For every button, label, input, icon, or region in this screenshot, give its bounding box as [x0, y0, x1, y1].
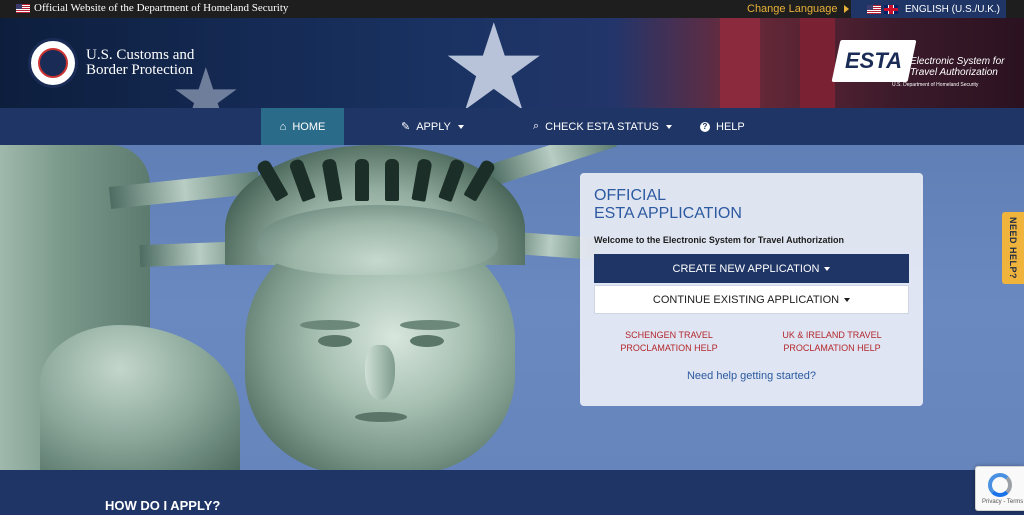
home-icon: ⌂: [279, 120, 287, 133]
how-do-i-apply-section: HOW DO I APPLY?: [0, 470, 1024, 515]
recaptcha-badge[interactable]: Privacy - Terms: [975, 466, 1024, 511]
cbp-agency-name[interactable]: U.S. Customs and Border Protection: [86, 48, 194, 78]
us-flag-icon: [867, 4, 881, 14]
esta-name-line2: Travel Authorization: [910, 67, 998, 78]
agency-name-line2: Border Protection: [86, 62, 194, 78]
need-help-side-tab[interactable]: NEED HELP?: [1002, 212, 1024, 284]
need-help-label: NEED HELP?: [1008, 216, 1018, 279]
header-banner: ★ ★ U.S. Customs and Border Protection E…: [0, 18, 1024, 108]
language-label: ENGLISH (U.S./U.K.): [905, 3, 1001, 15]
official-website-text: Official Website of the Department of Ho…: [34, 2, 289, 14]
pencil-icon: ✎: [401, 121, 411, 133]
statue-brow: [300, 320, 360, 330]
star-decoration-icon: ★: [440, 18, 548, 108]
dhs-seal-logo[interactable]: [28, 38, 78, 88]
agency-name-line1: U.S. Customs and: [86, 47, 195, 63]
main-nav: ⌂ HOME ✎ APPLY ⌕ CHECK ESTA STATUS ? HEL…: [0, 108, 1024, 145]
nav-home-label: HOME: [292, 120, 326, 133]
caret-down-icon: [665, 124, 672, 129]
statue-drape-decoration: [40, 325, 240, 470]
nav-apply[interactable]: ✎ APPLY: [401, 108, 464, 145]
uk-ireland-proclamation-help-link[interactable]: UK & IRELAND TRAVEL PROCLAMATION HELP: [757, 329, 907, 355]
esta-department: U.S. Department of Homeland Security: [892, 82, 979, 88]
statue-brow: [400, 320, 460, 330]
card-title: OFFICIAL ESTA APPLICATION: [594, 187, 742, 222]
esta-logo[interactable]: ESTA Electronic System for Travel Author…: [831, 40, 1006, 92]
create-new-application-label: CREATE NEW APPLICATION: [672, 262, 820, 275]
statue-hair: [258, 205, 498, 275]
statue-nose: [365, 345, 395, 400]
esta-logo-mark: ESTA: [831, 40, 917, 82]
caret-down-icon: [844, 297, 851, 302]
nav-check-status[interactable]: ⌕ CHECK ESTA STATUS: [533, 108, 672, 145]
esta-name-line1: Electronic System for: [910, 56, 1005, 67]
nav-apply-label: APPLY: [416, 120, 451, 133]
flag-stripe-decoration: [720, 18, 760, 108]
nav-help-label: HELP: [716, 120, 745, 133]
statue-mouth: [355, 412, 407, 422]
change-language-label: Change Language: [747, 3, 838, 15]
question-circle-icon: ?: [700, 121, 710, 132]
recaptcha-icon: [988, 473, 1012, 497]
official-website-notice: Official Website of the Department of Ho…: [16, 2, 288, 14]
esta-application-card: OFFICIAL ESTA APPLICATION Welcome to the…: [580, 173, 923, 406]
language-selector[interactable]: ENGLISH (U.S./U.K.): [851, 0, 1006, 18]
caret-right-icon: [843, 5, 849, 13]
caret-down-icon: [457, 124, 464, 129]
esta-logo-text: ESTA: [845, 48, 903, 73]
top-utility-bar: Official Website of the Department of Ho…: [0, 0, 1024, 18]
flag-stripe-decoration: [800, 18, 835, 108]
change-language-link[interactable]: Change Language: [747, 3, 849, 15]
statue-eye: [318, 335, 352, 347]
schengen-proclamation-help-link[interactable]: SCHENGEN TRAVEL PROCLAMATION HELP: [594, 329, 744, 355]
uk-flag-icon: [884, 4, 898, 14]
card-welcome-text: Welcome to the Electronic System for Tra…: [594, 235, 845, 245]
recaptcha-privacy-terms[interactable]: Privacy - Terms: [982, 499, 1023, 505]
how-do-i-apply-heading: HOW DO I APPLY?: [105, 498, 221, 513]
us-flag-icon: [16, 3, 30, 13]
nav-home[interactable]: ⌂ HOME: [261, 108, 344, 145]
esta-full-name: Electronic System for Travel Authorizati…: [910, 56, 1004, 78]
statue-eye: [410, 335, 444, 347]
continue-existing-application-label: CONTINUE EXISTING APPLICATION: [652, 293, 840, 306]
create-new-application-button[interactable]: CREATE NEW APPLICATION: [594, 254, 909, 283]
caret-down-icon: [824, 266, 831, 271]
continue-existing-application-button[interactable]: CONTINUE EXISTING APPLICATION: [594, 285, 909, 314]
nav-check-status-label: CHECK ESTA STATUS: [545, 120, 659, 133]
nav-help[interactable]: ? HELP: [700, 108, 745, 145]
need-help-getting-started-link[interactable]: Need help getting started?: [580, 370, 923, 382]
search-icon: ⌕: [533, 120, 540, 132]
